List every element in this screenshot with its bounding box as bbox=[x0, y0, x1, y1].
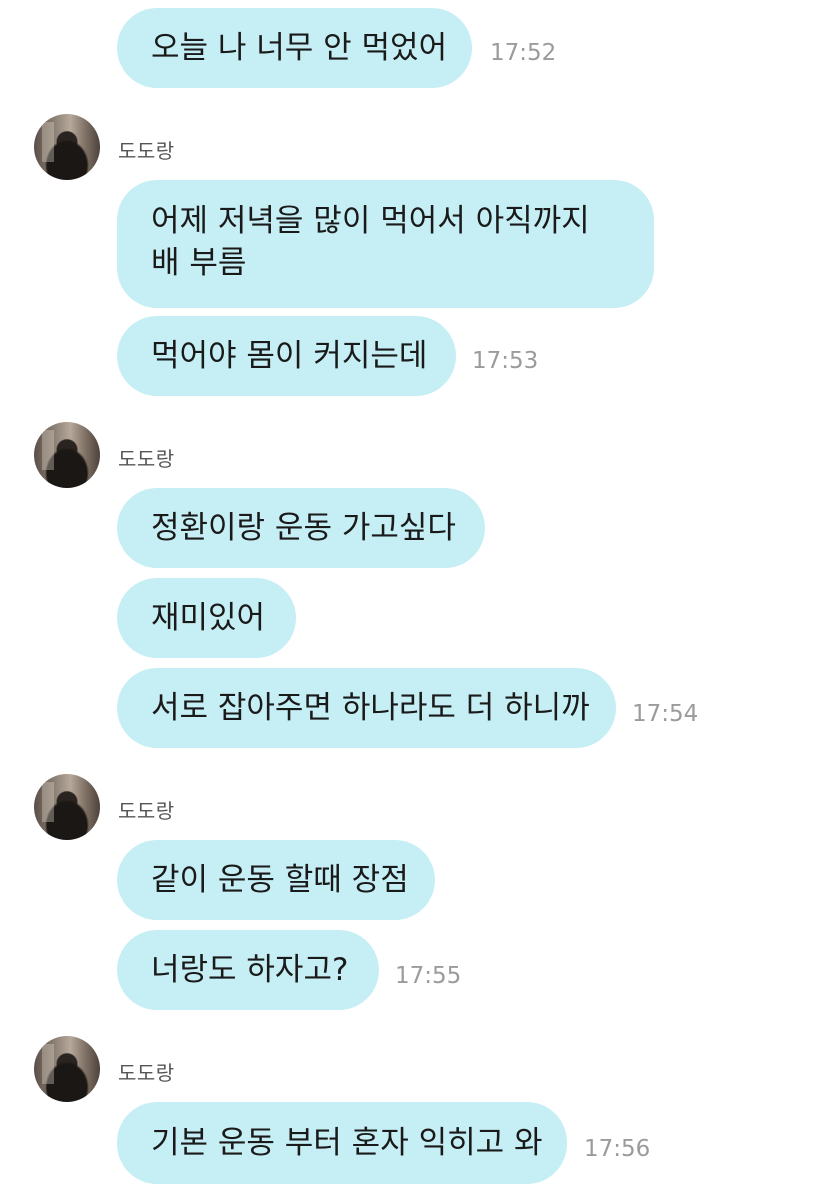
message-bubble[interactable]: 오늘 나 너무 안 먹었어 bbox=[117, 8, 472, 88]
message-bubble[interactable]: 재미있어 bbox=[117, 578, 296, 658]
chat-thread[interactable]: 오늘 나 너무 안 먹었어 17:52 도도랑 어제 저녁을 많이 먹어서 아직… bbox=[0, 0, 837, 1200]
message-text: 재미있어 bbox=[151, 600, 266, 636]
message-timestamp: 17:56 bbox=[584, 1136, 651, 1162]
sender-avatar[interactable] bbox=[34, 114, 100, 180]
sender-name: 도도랑 bbox=[118, 799, 175, 823]
message-timestamp: 17:52 bbox=[490, 40, 557, 66]
message-timestamp: 17:53 bbox=[472, 348, 539, 374]
message-bubble[interactable]: 정환이랑 운동 가고싶다 bbox=[117, 488, 485, 568]
message-bubble[interactable]: 어제 저녁을 많이 먹어서 아직까지 배 부름 bbox=[117, 180, 654, 308]
message-timestamp: 17:55 bbox=[395, 963, 462, 989]
message-text: 정환이랑 운동 가고싶다 bbox=[151, 510, 456, 546]
sender-avatar[interactable] bbox=[34, 1036, 100, 1102]
message-text: 기본 운동 부터 혼자 익히고 와 bbox=[151, 1125, 543, 1161]
sender-name: 도도랑 bbox=[118, 447, 175, 471]
message-bubble[interactable]: 먹어야 몸이 커지는데 bbox=[117, 316, 456, 396]
message-bubble[interactable]: 같이 운동 할때 장점 bbox=[117, 840, 435, 920]
message-text: 같이 운동 할때 장점 bbox=[151, 862, 409, 898]
message-bubble[interactable]: 서로 잡아주면 하나라도 더 하니까 bbox=[117, 668, 616, 748]
message-bubble[interactable]: 기본 운동 부터 혼자 익히고 와 bbox=[117, 1102, 567, 1184]
message-text: 서로 잡아주면 하나라도 더 하니까 bbox=[151, 690, 590, 726]
message-text: 오늘 나 너무 안 먹었어 bbox=[151, 30, 448, 66]
message-text: 먹어야 몸이 커지는데 bbox=[151, 338, 428, 374]
message-bubble[interactable]: 너랑도 하자고? bbox=[117, 930, 379, 1010]
message-timestamp: 17:54 bbox=[632, 701, 699, 727]
sender-avatar[interactable] bbox=[34, 422, 100, 488]
sender-name: 도도랑 bbox=[118, 139, 175, 163]
sender-avatar[interactable] bbox=[34, 774, 100, 840]
sender-name: 도도랑 bbox=[118, 1061, 175, 1085]
message-text: 어제 저녁을 많이 먹어서 아직까지 배 부름 bbox=[151, 203, 590, 281]
message-text: 너랑도 하자고? bbox=[151, 952, 349, 988]
